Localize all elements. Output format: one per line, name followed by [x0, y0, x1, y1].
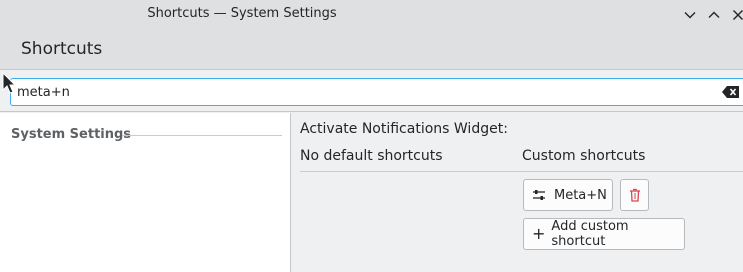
default-shortcuts-header: No default shortcuts	[300, 148, 443, 164]
chevron-down-icon	[684, 12, 696, 19]
delete-shortcut-button[interactable]	[620, 179, 649, 211]
shortcut-button[interactable]: Meta+N	[523, 179, 613, 211]
minimize-button[interactable]	[679, 4, 701, 26]
search-field[interactable]	[10, 78, 743, 106]
close-button[interactable]	[727, 4, 743, 26]
maximize-button[interactable]	[703, 4, 725, 26]
window-title: Shortcuts — System Settings	[147, 6, 337, 21]
shortcut-label: Meta+N	[554, 187, 607, 203]
action-title: Activate Notifications Widget:	[300, 121, 508, 137]
settings-window: Shortcuts — System Settings Shortcuts Sy…	[0, 0, 743, 272]
page-header: Shortcuts	[0, 30, 743, 70]
chevron-up-icon	[708, 11, 720, 18]
search-bar	[0, 70, 743, 112]
category-list: System Settings	[0, 113, 291, 272]
add-custom-shortcut-button[interactable]: + Add custom shortcut	[523, 218, 685, 250]
custom-shortcuts-header: Custom shortcuts	[522, 148, 646, 164]
close-icon	[733, 10, 743, 20]
shortcut-details: Activate Notifications Widget: No defaul…	[292, 113, 743, 272]
trash-icon	[629, 188, 640, 202]
section-header: System Settings	[11, 127, 132, 142]
add-shortcut-label: Add custom shortcut	[551, 219, 629, 249]
section-divider	[122, 135, 282, 136]
configure-icon	[533, 190, 545, 200]
divider	[300, 171, 743, 172]
title-bar: Shortcuts — System Settings	[0, 0, 743, 30]
mouse-cursor-icon	[2, 72, 16, 94]
plus-icon: +	[532, 224, 546, 243]
search-input[interactable]	[17, 79, 717, 105]
page-title: Shortcuts	[21, 39, 103, 59]
clear-search-icon[interactable]	[722, 85, 740, 99]
